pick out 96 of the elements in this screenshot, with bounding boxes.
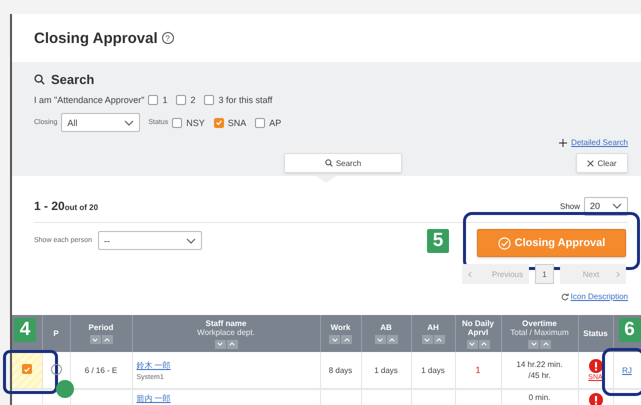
- action-link[interactable]: RJ: [622, 366, 632, 374]
- table-cell-text: 0 min.: [528, 393, 550, 402]
- page-button[interactable]: 1: [535, 264, 554, 284]
- sort-descending-button[interactable]: [422, 335, 432, 344]
- chevron-down-icon: [530, 342, 536, 346]
- sort-ascending-button[interactable]: [478, 340, 490, 348]
- chevron-down-icon: [92, 338, 98, 342]
- column-header: AH: [426, 323, 440, 332]
- icon-description-link[interactable]: Icon Description: [570, 292, 628, 301]
- highlight-frame: [602, 348, 641, 396]
- checkbox[interactable]: [176, 95, 186, 105]
- table-cell-text: 1 days: [374, 366, 398, 374]
- alert-icon: [588, 359, 602, 373]
- close-icon: [587, 160, 594, 166]
- chevron-right-icon: [616, 270, 620, 278]
- column-header: P: [52, 329, 60, 338]
- column-header: Period: [88, 323, 114, 332]
- checkbox[interactable]: [214, 118, 224, 128]
- sort-descending-button[interactable]: [90, 335, 100, 344]
- staff-name-link[interactable]: 箭内 一郎: [136, 394, 171, 403]
- closing-dropdown[interactable]: All: [61, 113, 140, 132]
- chevron-up-icon: [229, 342, 235, 346]
- column-header: Overtime: [521, 318, 558, 328]
- chevron-up-icon: [104, 338, 110, 342]
- refresh-icon: [560, 292, 569, 300]
- sort-ascending-button[interactable]: [341, 335, 352, 344]
- sort-descending-button[interactable]: [214, 340, 226, 348]
- sort-ascending-button[interactable]: [386, 335, 398, 344]
- sort-descending-button[interactable]: [374, 335, 386, 344]
- table-cell-text: 6 / 16 - E: [84, 366, 118, 374]
- sort-ascending-button[interactable]: [434, 335, 444, 344]
- chevron-down-icon: [124, 120, 134, 126]
- callout-badge: 5: [427, 229, 449, 253]
- column-header: Staff name: [204, 318, 248, 328]
- column-subheader: Total / Maximum: [509, 328, 570, 336]
- staff-name-link[interactable]: 鈴木 一郎: [136, 360, 171, 370]
- marker-dot: [56, 380, 74, 398]
- chevron-down-icon: [332, 338, 338, 342]
- checkbox[interactable]: [148, 95, 158, 105]
- chevron-down-icon: [186, 238, 196, 244]
- checkbox-label: NSY: [186, 118, 205, 128]
- sort-ascending-button[interactable]: [540, 340, 551, 348]
- clear-button[interactable]: Clear: [576, 153, 628, 173]
- help-icon[interactable]: ?: [162, 32, 174, 44]
- checkbox[interactable]: [204, 95, 214, 105]
- checkbox[interactable]: [172, 118, 182, 128]
- column-header: No Daily Aprvl: [460, 318, 495, 336]
- plus-icon: [559, 138, 568, 146]
- table-cell-text: 1 days: [421, 366, 445, 374]
- search-icon: [324, 159, 333, 167]
- checkbox-label: 2: [190, 95, 196, 105]
- circle-icon: [50, 364, 62, 374]
- chevron-down-icon: [377, 338, 383, 342]
- column-header: AB: [379, 323, 393, 332]
- chevron-down-icon: [469, 342, 475, 346]
- checkbox-label: SNA: [228, 118, 246, 128]
- checkbox[interactable]: [22, 364, 32, 374]
- search-icon: [34, 74, 45, 85]
- search-button[interactable]: Search: [284, 153, 402, 173]
- table-cell-text: 8 days: [328, 366, 352, 374]
- show-label: Show: [560, 202, 580, 210]
- sort-descending-button[interactable]: [466, 340, 478, 348]
- column-header: Work: [330, 323, 352, 332]
- sort-ascending-button[interactable]: [226, 340, 238, 348]
- detailed-search-link[interactable]: Detailed Search: [571, 138, 628, 147]
- checkbox-label: AP: [269, 118, 282, 128]
- table-cell-text: 14 hr.22 min.: [516, 360, 563, 369]
- chevron-down-icon: [424, 338, 430, 342]
- chevron-up-icon: [344, 338, 350, 342]
- checkbox-label: 1: [162, 95, 168, 105]
- checkbox-label: 3 for this staff: [218, 95, 272, 105]
- chevron-down-icon: [217, 342, 223, 346]
- table-cell-text: 1: [475, 365, 480, 375]
- chevron-up-icon: [481, 342, 487, 346]
- column-subheader: Workplace dept.: [196, 328, 256, 336]
- result-total: out of 20: [64, 203, 98, 212]
- chevron-up-icon: [389, 338, 395, 342]
- sort-descending-button[interactable]: [528, 340, 539, 348]
- chevron-down-icon: [612, 203, 622, 209]
- checkbox[interactable]: [255, 118, 266, 128]
- chevron-up-icon: [542, 342, 548, 346]
- chevron-left-icon: [468, 270, 472, 278]
- callout-badge: 6: [618, 318, 640, 342]
- sort-ascending-button[interactable]: [102, 335, 112, 344]
- check-circle-icon: [498, 236, 511, 250]
- section-heading: Search: [51, 72, 94, 87]
- person-dropdown[interactable]: --: [98, 231, 202, 250]
- result-range: 1 - 20: [34, 199, 65, 213]
- callout-badge: 4: [14, 318, 36, 342]
- chevron-up-icon: [436, 338, 442, 342]
- approver-label: I am "Attendance Approver": [34, 95, 144, 105]
- page-title: Closing Approval: [34, 30, 158, 46]
- table-cell-text: /45 hr.: [528, 371, 551, 380]
- highlight-frame: [3, 350, 58, 394]
- sort-descending-button[interactable]: [329, 335, 340, 344]
- column-header: Status: [582, 329, 609, 338]
